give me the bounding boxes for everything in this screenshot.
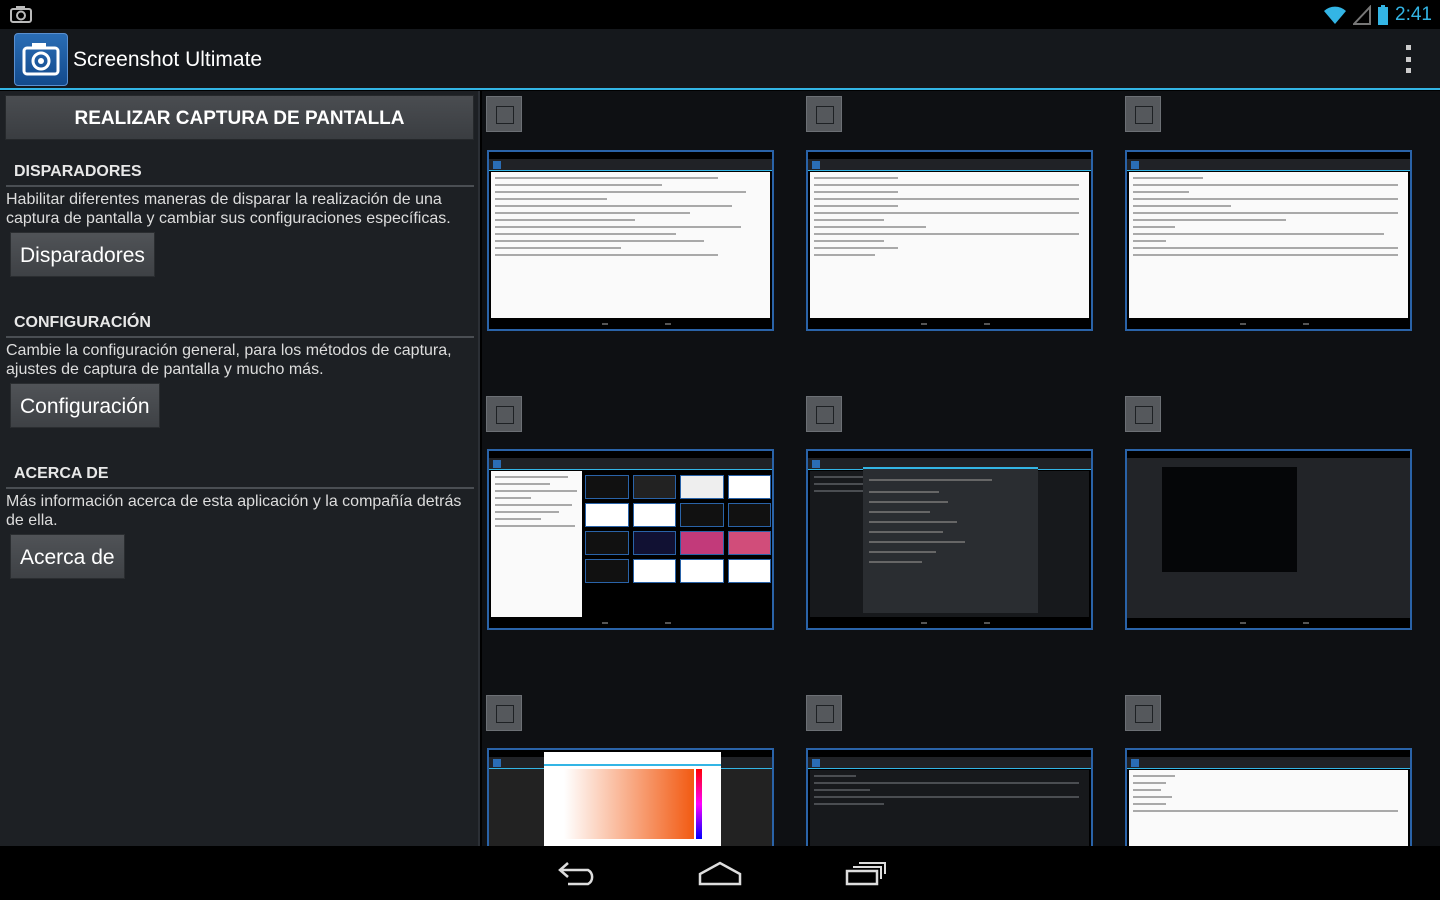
section-description: Cambie la configuración general, para lo… xyxy=(6,342,452,378)
recents-icon[interactable] xyxy=(843,860,887,886)
screenshot-thumbnail[interactable] xyxy=(487,150,774,331)
select-checkbox[interactable] xyxy=(806,396,842,432)
divider xyxy=(6,336,474,338)
home-icon[interactable] xyxy=(698,860,742,886)
section-heading: DISPARADORES xyxy=(14,163,142,180)
screenshot-thumbnail[interactable] xyxy=(806,748,1093,846)
about-button[interactable]: Acerca de xyxy=(10,534,125,579)
screenshot-thumbnail[interactable] xyxy=(1125,449,1412,630)
select-checkbox[interactable] xyxy=(486,695,522,731)
section-heading: CONFIGURACIÓN xyxy=(14,314,151,331)
app-icon[interactable] xyxy=(14,33,68,86)
select-checkbox[interactable] xyxy=(806,695,842,731)
divider xyxy=(6,487,474,489)
section-description: Más información acerca de esta aplicació… xyxy=(6,493,462,529)
take-screenshot-button[interactable]: REALIZAR CAPTURA DE PANTALLA xyxy=(5,95,474,140)
navigation-bar xyxy=(0,846,1440,900)
overflow-menu-icon[interactable] xyxy=(1404,45,1412,73)
clock: 2:41 xyxy=(1395,4,1432,25)
left-panel: REALIZAR CAPTURA DE PANTALLA DISPARADORE… xyxy=(0,91,480,846)
screenshot-thumbnail[interactable] xyxy=(487,449,774,630)
camera-icon xyxy=(10,6,32,23)
status-bar: 2:41 xyxy=(0,0,1440,29)
screenshot-thumbnail[interactable] xyxy=(1125,748,1412,846)
screenshot-thumbnail[interactable] xyxy=(806,449,1093,630)
section-heading: ACERCA DE xyxy=(14,465,109,482)
screenshot-grid[interactable] xyxy=(482,91,1440,846)
select-checkbox[interactable] xyxy=(1125,695,1161,731)
screenshot-thumbnail[interactable] xyxy=(806,150,1093,331)
select-checkbox[interactable] xyxy=(486,96,522,132)
select-checkbox[interactable] xyxy=(806,96,842,132)
camera-icon xyxy=(22,43,60,76)
select-checkbox[interactable] xyxy=(1125,396,1161,432)
back-icon[interactable] xyxy=(554,860,598,886)
section-description: Habilitar diferentes maneras de disparar… xyxy=(6,191,451,227)
screenshot-thumbnail[interactable] xyxy=(1125,150,1412,331)
select-checkbox[interactable] xyxy=(1125,96,1161,132)
app-title: Screenshot Ultimate xyxy=(73,48,263,71)
wifi-icon xyxy=(1324,6,1347,24)
signal-icon xyxy=(1353,5,1372,25)
screenshot-thumbnail[interactable] xyxy=(487,748,774,846)
action-bar: Screenshot Ultimate xyxy=(0,29,1440,90)
battery-icon xyxy=(1378,5,1389,25)
select-checkbox[interactable] xyxy=(486,396,522,432)
triggers-button[interactable]: Disparadores xyxy=(10,232,155,277)
divider xyxy=(6,185,474,187)
settings-button[interactable]: Configuración xyxy=(10,383,160,428)
